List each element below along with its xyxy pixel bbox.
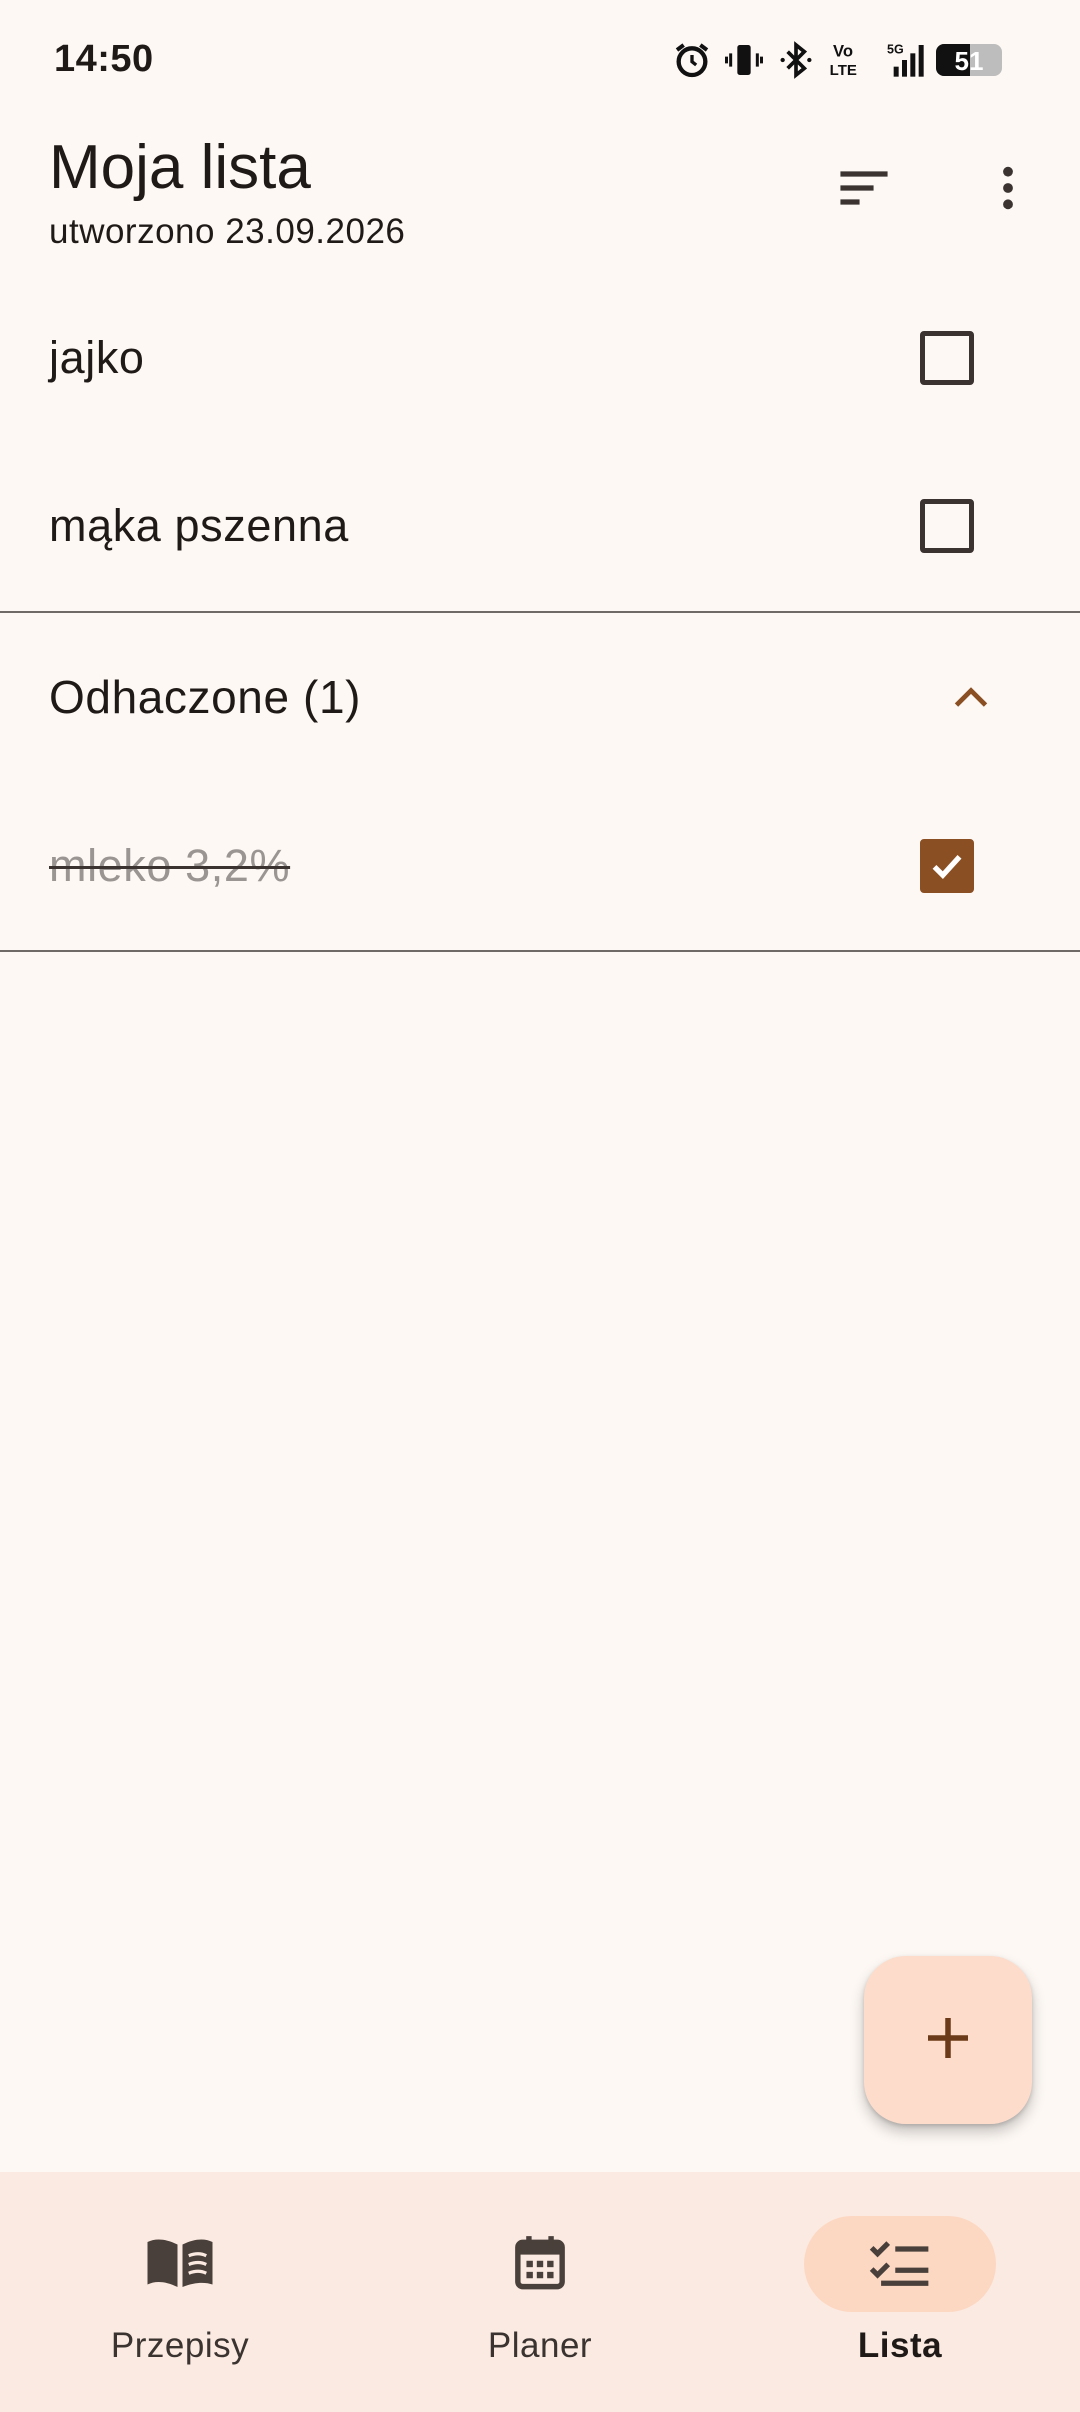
nav-indicator <box>444 2216 636 2312</box>
item-label: mleko 3,2% <box>49 840 291 891</box>
item-label: mąka pszenna <box>49 500 349 551</box>
add-icon <box>918 2008 978 2073</box>
bottom-navigation: Przepisy Planer Lista <box>0 2172 1080 2412</box>
signal-5g-icon: 5G <box>880 40 924 80</box>
nav-item-przepisy[interactable]: Przepisy <box>0 2172 360 2412</box>
app-bar: Moja lista utworzono 23.09.2026 <box>0 124 1080 270</box>
network-label: 5G <box>887 42 904 56</box>
status-bar: 14:50 Vo LTE 5G 51 <box>0 0 1080 124</box>
divider <box>0 950 1080 952</box>
page-subtitle: utworzono 23.09.2026 <box>49 212 406 251</box>
vibrate-icon <box>724 40 764 80</box>
chevron-up-icon[interactable] <box>946 672 996 722</box>
sort-icon <box>836 160 892 221</box>
battery-percent: 51 <box>954 46 984 76</box>
item-label: jajko <box>49 332 145 383</box>
more-vert-icon <box>980 160 1036 221</box>
book-icon <box>142 2232 218 2297</box>
list-item[interactable]: jajko <box>0 274 1080 442</box>
nav-label: Planer <box>487 2326 593 2365</box>
checklist-icon <box>866 2236 934 2293</box>
nav-item-planer[interactable]: Planer <box>360 2172 720 2412</box>
sort-button[interactable] <box>816 142 912 238</box>
item-checkbox[interactable] <box>920 331 974 385</box>
nav-label: Przepisy <box>110 2326 250 2365</box>
page-title: Moja lista <box>49 133 311 202</box>
checked-section-header[interactable]: Odhaczone (1) <box>0 615 1080 779</box>
add-item-fab[interactable] <box>864 1956 1032 2124</box>
status-time: 14:50 <box>54 38 154 80</box>
nav-indicator <box>84 2216 276 2312</box>
volte-label-top: Vo <box>833 42 853 61</box>
volte-label-bottom: LTE <box>830 62 857 79</box>
bluetooth-icon <box>776 40 816 80</box>
battery-icon: 51 <box>936 44 1002 76</box>
status-icons: Vo LTE 5G 51 <box>672 38 1002 82</box>
checked-section-title: Odhaczone (1) <box>49 671 362 723</box>
nav-item-lista[interactable]: Lista <box>720 2172 1080 2412</box>
item-checkbox-checked[interactable] <box>920 839 974 893</box>
list-item[interactable]: mąka pszenna <box>0 442 1080 610</box>
nav-label: Lista <box>857 2326 943 2365</box>
nav-indicator-active <box>804 2216 996 2312</box>
item-checkbox[interactable] <box>920 499 974 553</box>
volte-icon: Vo LTE <box>828 40 868 80</box>
more-options-button[interactable] <box>960 142 1056 238</box>
check-icon <box>932 855 962 880</box>
calendar-icon <box>510 2230 570 2299</box>
checked-list-item[interactable]: mleko 3,2% <box>0 782 1080 950</box>
divider <box>0 611 1080 613</box>
alarm-icon <box>672 40 712 80</box>
